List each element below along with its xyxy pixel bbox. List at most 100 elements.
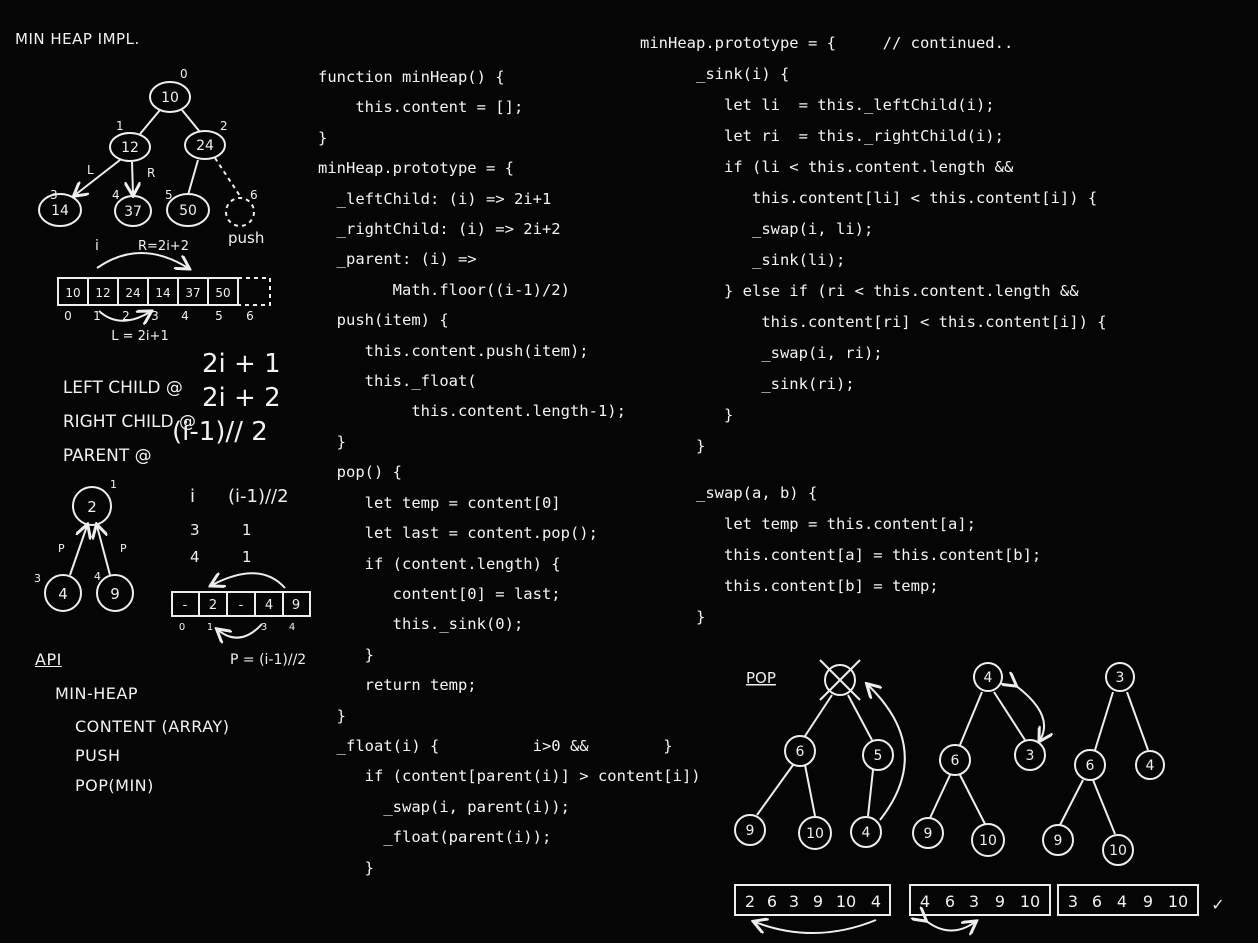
code-line: _swap(i, ri); [640, 344, 883, 362]
tree-node: 10 [161, 90, 179, 106]
array-cell: 3 [789, 892, 799, 911]
tree-node: 6 [796, 744, 805, 760]
code-line: } else if (ri < this.content.length && [640, 282, 1079, 300]
code-line: } [640, 406, 734, 424]
table-cell: 4 [190, 548, 200, 566]
array-cell: 10 [836, 892, 856, 911]
code-line: minHeap.prototype = { // continued.. [640, 34, 1014, 52]
right-child-formula: R=2i+2 [138, 239, 189, 254]
tree-node: 6 [1086, 758, 1095, 774]
array-cell: 50 [215, 286, 230, 300]
code-line: } [318, 706, 346, 725]
array-cell: 9 [995, 892, 1005, 911]
parent-tree-diagram: 2 4 9 1 3 4 P P i (i-1)//2 3 1 4 1 - 2 -… [34, 478, 311, 668]
tree-node: 5 [874, 748, 883, 764]
code-line: if (li < this.content.length && [640, 158, 1014, 176]
code-line: this.content[a] = this.content[b]; [640, 545, 1042, 564]
code-line: this.content[li] < this.content[i]) { [640, 189, 1098, 207]
tree-node: 2 [87, 498, 97, 516]
formula-expr: 2i + 2 [202, 383, 281, 413]
tree-node: 3 [1026, 748, 1035, 764]
code-line: _sink(li); [640, 251, 846, 269]
code-line: _float(i) { i>0 && } [318, 736, 673, 755]
array-cell: 6 [767, 892, 777, 911]
code-line: let li = this._leftChild(i); [640, 96, 995, 114]
code-line: return temp; [318, 676, 477, 695]
array-cell: 9 [813, 892, 823, 911]
array-index: 5 [215, 309, 223, 323]
array-cell: - [239, 598, 244, 613]
array-cell: 4 [265, 598, 273, 613]
array-cell: 6 [945, 892, 955, 911]
tree-node: 12 [121, 140, 139, 156]
array-cell: 4 [1117, 892, 1127, 911]
table-cell: 1 [242, 521, 252, 539]
array-cell: 3 [969, 892, 979, 911]
pop-demo-diagram: POP 6 5 9 10 4 4 6 3 9 10 3 6 4 9 10 2 6… [734, 659, 1225, 933]
array-index: 6 [246, 309, 254, 323]
tree-node: 4 [862, 825, 871, 841]
heap-tree-diagram: 10 12 24 14 37 50 0 1 2 3 4 5 6 L R push [38, 67, 264, 247]
i-label: i [95, 238, 99, 254]
tree-node: 4 [984, 670, 993, 686]
tree-node: 14 [51, 203, 69, 219]
node-index: 1 [116, 119, 124, 133]
code-line: this.content[ri] < this.content[i]) { [640, 313, 1107, 331]
array-cell: 12 [95, 286, 110, 300]
code-line: } [640, 437, 706, 455]
page-title: MIN HEAP IMPL. [15, 30, 140, 48]
tree-node: 37 [124, 204, 142, 220]
heap-array-diagram: i R=2i+2 10 12 24 14 37 50 0 1 2 3 4 5 6… [57, 238, 271, 344]
node-index: 6 [250, 188, 258, 202]
node-index: 5 [165, 188, 173, 202]
array-index: 3 [151, 309, 159, 323]
array-index: 1 [207, 622, 213, 633]
edge-label: P [120, 542, 127, 555]
tree-node: 10 [806, 826, 824, 842]
tree-node: 9 [746, 823, 755, 839]
table-header: i [190, 486, 195, 507]
edge-label: P [58, 542, 65, 555]
array-cell: 4 [920, 892, 930, 911]
formula-label: PARENT @ [62, 446, 152, 466]
node-index: 0 [180, 67, 188, 81]
code-line: _sink(ri); [640, 375, 855, 393]
table-cell: 1 [242, 548, 252, 566]
array-index: 0 [64, 309, 72, 323]
array-cell: 10 [1168, 892, 1188, 911]
node-index: 2 [220, 119, 228, 133]
formula-expr: 2i + 1 [202, 349, 281, 379]
array-cell: 4 [871, 892, 881, 911]
code-line: _swap(a, b) { [640, 483, 818, 502]
api-item: POP(MIN) [75, 776, 154, 795]
array-index: 4 [289, 622, 295, 633]
tree-node: 9 [1054, 833, 1063, 849]
array-index: 4 [181, 309, 189, 323]
tree-node: 4 [58, 585, 68, 603]
code-line: _swap(i, parent(i)); [318, 797, 570, 816]
node-index: 4 [112, 188, 120, 202]
array-cell: 14 [155, 286, 170, 300]
tree-node: 50 [179, 203, 197, 219]
array-cell: 3 [1068, 892, 1078, 911]
array-cell: 10 [1020, 892, 1040, 911]
api-item: MIN-HEAP [55, 684, 138, 703]
tree-node: 4 [1146, 758, 1155, 774]
code-line: _float(parent(i)); [318, 828, 552, 847]
left-child-formula: L = 2i+1 [111, 329, 168, 344]
code-line: if (content[parent(i)] > content[i]) [318, 767, 701, 786]
tree-node: 9 [924, 826, 933, 842]
code-line: _swap(i, li); [640, 220, 874, 238]
code-line: this.content[b] = temp; [640, 576, 939, 595]
array-index: 0 [179, 622, 185, 633]
array-cell: 10 [65, 286, 80, 300]
array-cell: 24 [125, 286, 140, 300]
array-cell: 2 [209, 598, 217, 613]
formula-parent: PARENT @ (i-1)// 2 [52, 417, 268, 486]
code-line: } [640, 607, 706, 626]
parent-formula: P = (i-1)//2 [230, 652, 306, 668]
tree-node: 9 [110, 585, 120, 603]
code-block-prototype-continued: minHeap.prototype = { // continued.. _si… [640, 28, 1107, 633]
pop-heading: POP [746, 669, 776, 687]
